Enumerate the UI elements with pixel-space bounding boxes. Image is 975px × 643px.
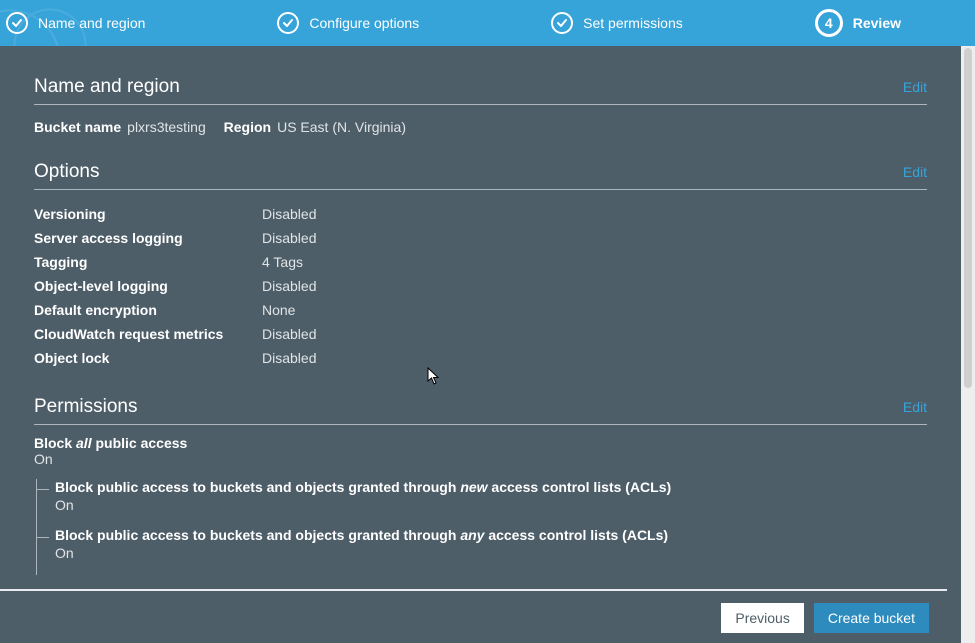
option-label: Object-level logging <box>34 274 262 298</box>
option-label: CloudWatch request metrics <box>34 322 262 346</box>
step-review[interactable]: 4 Review <box>815 9 901 37</box>
perm-text: Block <box>34 435 76 451</box>
option-row: Object-level logging Disabled <box>34 274 927 298</box>
scrollbar-thumb[interactable] <box>964 48 972 388</box>
section-permissions: Permissions Edit Block all public access… <box>34 396 927 575</box>
section-title: Options <box>34 161 99 183</box>
option-row: Object lock Disabled <box>34 346 927 370</box>
section-name-and-region: Name and region Edit Bucket name plxrs3te… <box>34 76 927 135</box>
perm-emph: all <box>76 435 92 451</box>
permissions-item: Block public access to buckets and objec… <box>55 479 927 527</box>
perm-text: access control lists (ACLs) <box>484 527 668 543</box>
check-icon <box>6 12 28 34</box>
create-bucket-button[interactable]: Create bucket <box>814 603 929 633</box>
permissions-item: Block public access to buckets and objec… <box>55 527 927 575</box>
option-label: Object lock <box>34 346 262 370</box>
previous-button[interactable]: Previous <box>721 603 803 633</box>
bucket-name-label: Bucket name <box>34 119 121 135</box>
perm-text: public access <box>92 435 188 451</box>
option-value: Disabled <box>262 202 316 226</box>
footer: Previous Create bucket <box>0 589 947 643</box>
block-all-public-access-row: Block all public access On <box>34 435 927 467</box>
perm-emph: any <box>460 527 484 543</box>
option-value: Disabled <box>262 322 316 346</box>
perm-value: On <box>55 497 927 513</box>
bucket-name-value: plxrs3testing <box>127 119 206 135</box>
check-icon <box>277 12 299 34</box>
option-value: Disabled <box>262 226 316 250</box>
option-label: Default encryption <box>34 298 262 322</box>
option-row: CloudWatch request metrics Disabled <box>34 322 927 346</box>
region-value: US East (N. Virginia) <box>277 119 406 135</box>
scrollbar[interactable] <box>961 46 975 643</box>
section-title: Permissions <box>34 396 137 418</box>
step-set-permissions[interactable]: Set permissions <box>551 12 683 34</box>
permissions-tree: Block public access to buckets and objec… <box>36 479 927 575</box>
option-value: None <box>262 298 295 322</box>
step-label: Name and region <box>38 15 145 31</box>
option-value: Disabled <box>262 274 316 298</box>
step-configure-options[interactable]: Configure options <box>277 12 419 34</box>
step-label: Set permissions <box>583 15 683 31</box>
edit-link-permissions[interactable]: Edit <box>903 399 927 415</box>
edit-link-options[interactable]: Edit <box>903 164 927 180</box>
option-row: Server access logging Disabled <box>34 226 927 250</box>
edit-link-name-region[interactable]: Edit <box>903 79 927 95</box>
perm-text: access control lists (ACLs) <box>488 479 672 495</box>
option-label: Tagging <box>34 250 262 274</box>
option-row: Default encryption None <box>34 298 927 322</box>
option-row: Tagging 4 Tags <box>34 250 927 274</box>
perm-text: Block public access to buckets and objec… <box>55 527 460 543</box>
check-icon <box>551 12 573 34</box>
step-name-and-region[interactable]: Name and region <box>6 12 145 34</box>
option-row: Versioning Disabled <box>34 202 927 226</box>
perm-text: Block public access to buckets and objec… <box>55 479 460 495</box>
wizard-steps: Name and region Configure options Set pe… <box>0 0 975 46</box>
perm-value: On <box>34 451 53 467</box>
step-label: Review <box>853 15 901 31</box>
section-title: Name and region <box>34 76 180 98</box>
option-value: 4 Tags <box>262 250 303 274</box>
option-label: Server access logging <box>34 226 262 250</box>
perm-value: On <box>55 545 927 561</box>
region-label: Region <box>224 119 271 135</box>
step-number-icon: 4 <box>815 9 843 37</box>
perm-emph: new <box>460 479 487 495</box>
option-label: Versioning <box>34 202 262 226</box>
option-value: Disabled <box>262 346 316 370</box>
main-content: Name and region Edit Bucket name plxrs3te… <box>0 46 961 643</box>
step-label: Configure options <box>309 15 419 31</box>
section-options: Options Edit Versioning Disabled Server … <box>34 161 927 370</box>
